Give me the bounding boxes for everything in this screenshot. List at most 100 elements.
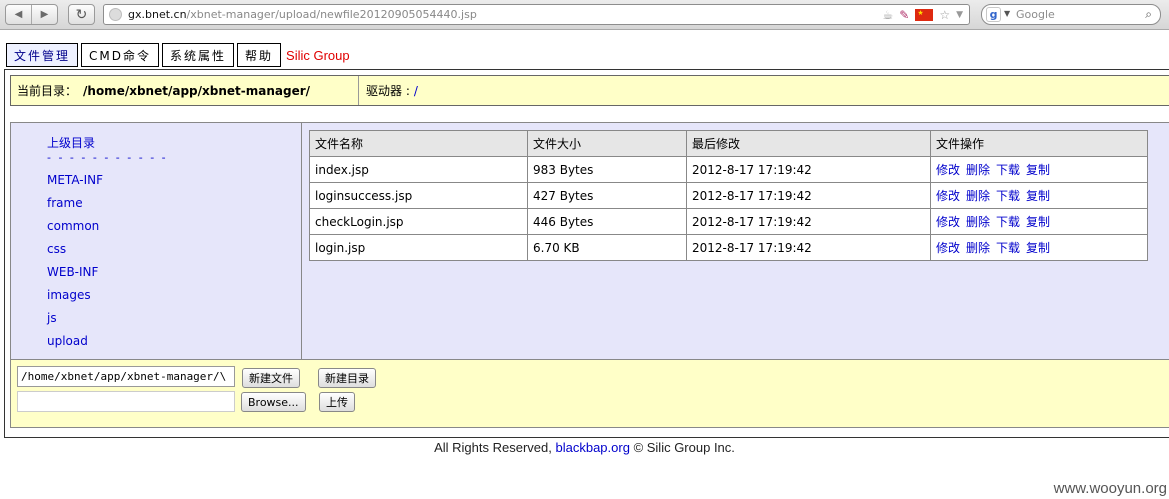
url-path: /xbnet-manager/upload/newfile20120905054… bbox=[186, 8, 477, 21]
download-link[interactable]: 下载 bbox=[996, 189, 1020, 203]
download-link[interactable]: 下载 bbox=[996, 215, 1020, 229]
dropdown-icon[interactable]: ▼ bbox=[956, 10, 963, 20]
file-name: login.jsp bbox=[309, 234, 528, 261]
delete-link[interactable]: 删除 bbox=[966, 215, 990, 229]
upload-button[interactable]: 上传 bbox=[319, 392, 355, 412]
back-arrow-icon[interactable]: ◀ bbox=[6, 5, 31, 24]
file-name: checkLogin.jsp bbox=[309, 208, 528, 235]
tab-file-manager[interactable]: 文件管理 bbox=[6, 43, 79, 67]
current-dir-value: /home/xbnet/app/xbnet-manager/ bbox=[83, 83, 311, 98]
parent-directory-link[interactable]: 上级目录 bbox=[47, 135, 168, 151]
footer-suffix: © Silic Group Inc. bbox=[633, 440, 735, 455]
new-file-button[interactable]: 新建文件 bbox=[242, 368, 300, 388]
star-icon[interactable]: ☆ bbox=[939, 8, 950, 22]
tab-cmd[interactable]: CMD命令 bbox=[81, 43, 159, 67]
browse-button[interactable]: Browse... bbox=[241, 392, 306, 412]
file-name: index.jsp bbox=[309, 156, 528, 183]
column-header-name: 文件名称 bbox=[309, 130, 528, 157]
browser-content: 上级目录 - - - - - - - - - - - META-INF fram… bbox=[10, 122, 1169, 360]
edit-link[interactable]: 修改 bbox=[936, 241, 960, 255]
url-text[interactable]: gx.bnet.cn/xbnet-manager/upload/newfile2… bbox=[128, 8, 477, 21]
file-table: 文件名称 文件大小 最后修改 文件操作 index.jsp 983 Bytes … bbox=[309, 130, 1148, 261]
file-manager-panel: 当前目录： /home/xbnet/app/xbnet-manager/ 驱动器… bbox=[4, 69, 1169, 438]
edit-link[interactable]: 修改 bbox=[936, 215, 960, 229]
directory-list: 上级目录 - - - - - - - - - - - META-INF fram… bbox=[47, 135, 168, 355]
search-engine-dropdown-icon[interactable]: ▼ bbox=[1004, 9, 1010, 18]
table-row: index.jsp 983 Bytes 2012-8-17 17:19:42 修… bbox=[309, 156, 1148, 183]
watermark: www.wooyun.org bbox=[1053, 480, 1167, 497]
file-modified: 2012-8-17 17:19:42 bbox=[686, 234, 931, 261]
drive-label: 驱动器 : bbox=[366, 84, 410, 98]
file-ops: 修改 删除 下载 复制 bbox=[930, 234, 1148, 261]
directory-link[interactable]: images bbox=[47, 286, 168, 309]
china-flag-icon[interactable] bbox=[915, 9, 934, 21]
new-path-input[interactable] bbox=[17, 366, 235, 387]
directory-separator: - - - - - - - - - - - bbox=[47, 151, 168, 164]
drive-link[interactable]: / bbox=[414, 84, 418, 98]
url-host: gx.bnet.cn bbox=[128, 8, 187, 21]
nav-button-group: ◀ ▶ bbox=[5, 4, 58, 25]
g-icon[interactable]: g bbox=[986, 7, 1001, 22]
directory-link[interactable]: js bbox=[47, 309, 168, 332]
search-icon[interactable]: ⌕ bbox=[1145, 7, 1152, 22]
footer-link[interactable]: blackbap.org bbox=[555, 440, 629, 455]
brand-label: Silic Group bbox=[286, 47, 350, 63]
column-header-size: 文件大小 bbox=[527, 130, 687, 157]
table-row: loginsuccess.jsp 427 Bytes 2012-8-17 17:… bbox=[309, 182, 1148, 209]
edit-link[interactable]: 修改 bbox=[936, 163, 960, 177]
delete-link[interactable]: 删除 bbox=[966, 163, 990, 177]
directory-link[interactable]: css bbox=[47, 240, 168, 263]
column-header-ops: 文件操作 bbox=[930, 130, 1148, 157]
directory-link[interactable]: common bbox=[47, 217, 168, 240]
reload-icon[interactable]: ↻ bbox=[68, 4, 95, 25]
directory-link[interactable]: META-INF bbox=[47, 171, 168, 194]
delete-link[interactable]: 删除 bbox=[966, 241, 990, 255]
directory-pane: 上级目录 - - - - - - - - - - - META-INF fram… bbox=[11, 123, 302, 359]
directory-link[interactable]: WEB-INF bbox=[47, 263, 168, 286]
upload-file-field[interactable] bbox=[17, 391, 235, 412]
table-row: checkLogin.jsp 446 Bytes 2012-8-17 17:19… bbox=[309, 208, 1148, 235]
file-modified: 2012-8-17 17:19:42 bbox=[686, 182, 931, 209]
file-size: 6.70 KB bbox=[527, 234, 687, 261]
current-directory: 当前目录： /home/xbnet/app/xbnet-manager/ bbox=[11, 76, 359, 105]
file-size: 446 Bytes bbox=[527, 208, 687, 235]
directory-link[interactable]: frame bbox=[47, 194, 168, 217]
footer-prefix: All Rights Reserved, bbox=[434, 440, 552, 455]
edit-link[interactable]: 修改 bbox=[936, 189, 960, 203]
copy-link[interactable]: 复制 bbox=[1026, 215, 1050, 229]
current-dir-label: 当前目录： bbox=[17, 84, 78, 98]
tab-help[interactable]: 帮助 bbox=[237, 43, 282, 67]
actions-bar: 新建文件 新建目录 Browse... 上传 bbox=[10, 360, 1169, 428]
search-input[interactable]: Google bbox=[1016, 8, 1055, 21]
delete-link[interactable]: 删除 bbox=[966, 189, 990, 203]
copy-link[interactable]: 复制 bbox=[1026, 189, 1050, 203]
file-modified: 2012-8-17 17:19:42 bbox=[686, 156, 931, 183]
copy-link[interactable]: 复制 bbox=[1026, 241, 1050, 255]
copy-link[interactable]: 复制 bbox=[1026, 163, 1050, 177]
file-ops: 修改 删除 下载 复制 bbox=[930, 208, 1148, 235]
footer: All Rights Reserved, blackbap.org © Sili… bbox=[0, 440, 1169, 455]
file-name: loginsuccess.jsp bbox=[309, 182, 528, 209]
path-bar: 当前目录： /home/xbnet/app/xbnet-manager/ 驱动器… bbox=[10, 75, 1169, 106]
forward-arrow-icon[interactable]: ▶ bbox=[31, 5, 57, 24]
file-size: 427 Bytes bbox=[527, 182, 687, 209]
file-ops: 修改 删除 下载 复制 bbox=[930, 156, 1148, 183]
directory-link[interactable]: upload bbox=[47, 332, 168, 355]
feather-icon[interactable]: ✎ bbox=[899, 8, 909, 22]
file-ops: 修改 删除 下载 复制 bbox=[930, 182, 1148, 209]
download-link[interactable]: 下载 bbox=[996, 241, 1020, 255]
tab-system-properties[interactable]: 系统属性 bbox=[162, 43, 235, 67]
address-bar[interactable]: gx.bnet.cn/xbnet-manager/upload/newfile2… bbox=[103, 4, 970, 25]
site-favicon-icon bbox=[109, 8, 122, 21]
drive-selector: 驱动器 : / bbox=[359, 76, 418, 105]
url-bar-icons: ☕ ✎ ☆ ▼ bbox=[882, 7, 963, 23]
new-directory-button[interactable]: 新建目录 bbox=[318, 368, 376, 388]
table-row: login.jsp 6.70 KB 2012-8-17 17:19:42 修改删… bbox=[309, 234, 1148, 261]
download-link[interactable]: 下载 bbox=[996, 163, 1020, 177]
column-header-modified: 最后修改 bbox=[686, 130, 931, 157]
file-size: 983 Bytes bbox=[527, 156, 687, 183]
java-icon[interactable]: ☕ bbox=[882, 8, 893, 22]
table-header-row: 文件名称 文件大小 最后修改 文件操作 bbox=[309, 130, 1148, 157]
search-bar[interactable]: g ▼ Google ⌕ bbox=[981, 4, 1161, 25]
browser-toolbar: ◀ ▶ ↻ gx.bnet.cn/xbnet-manager/upload/ne… bbox=[0, 0, 1169, 30]
